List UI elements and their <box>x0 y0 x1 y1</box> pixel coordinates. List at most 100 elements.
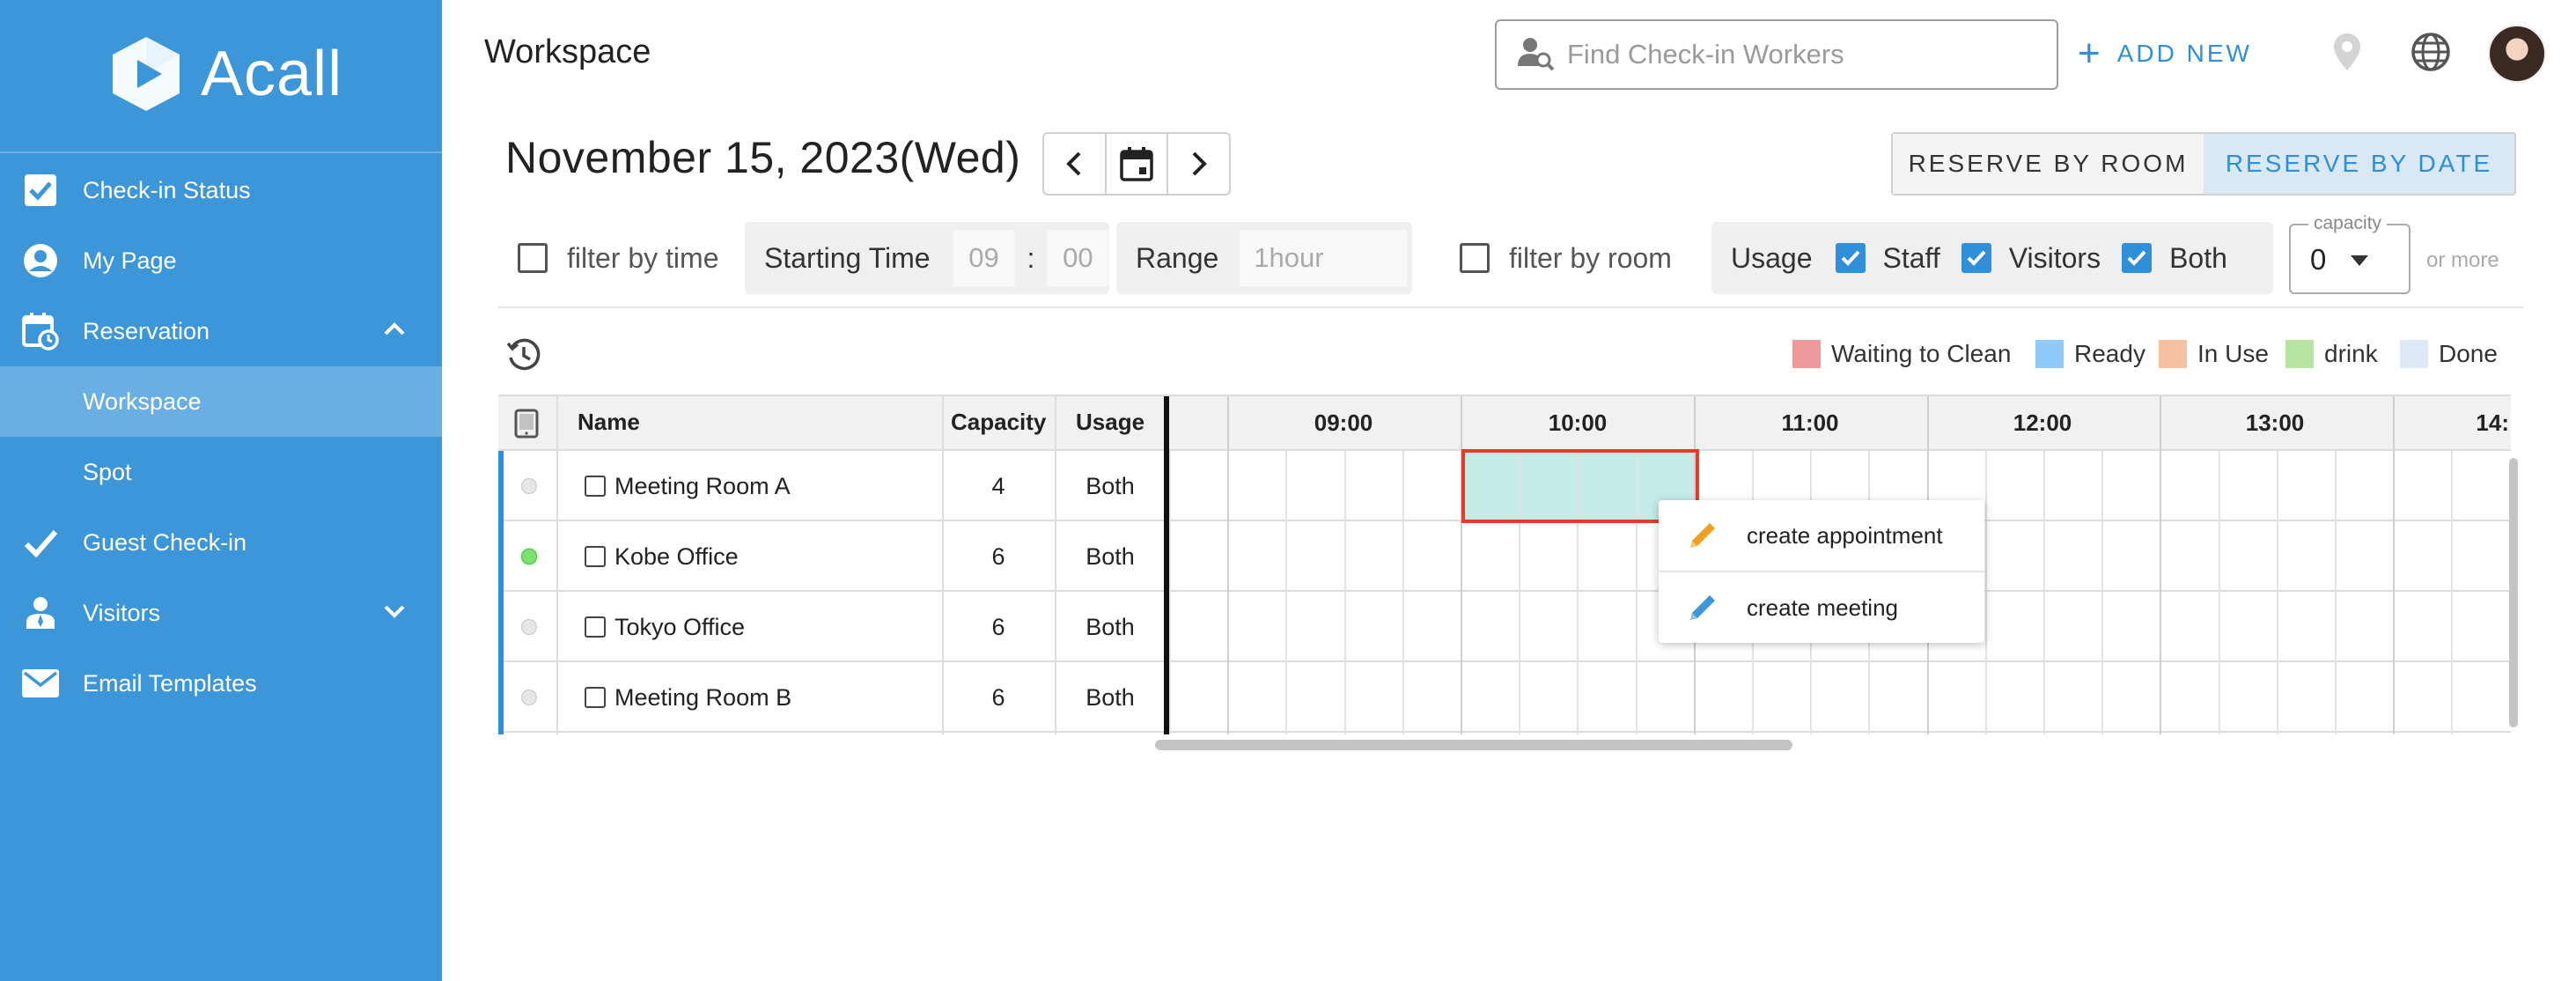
context-menu: create appointment create meeting <box>1659 500 1984 643</box>
grid-line <box>556 396 558 734</box>
create-appointment-item[interactable]: create appointment <box>1659 500 1984 571</box>
filter-by-room-toggle[interactable]: filter by room <box>1460 222 1672 294</box>
check-icon <box>1841 250 1859 266</box>
search-input[interactable] <box>1567 39 2042 70</box>
chevron-down-icon[interactable] <box>382 599 407 630</box>
usage-label: Usage <box>1731 241 1813 274</box>
sidebar-item-reservation[interactable]: Reservation <box>0 296 442 366</box>
add-new-label: ADD NEW <box>2116 40 2252 67</box>
room-name-cell[interactable]: Meeting Room A <box>585 451 937 521</box>
sidebar-item-label: Email Templates <box>83 669 257 697</box>
filter-by-time-toggle[interactable]: filter by time <box>518 222 718 294</box>
sidebar-item-spot[interactable]: Spot <box>0 437 442 507</box>
header-name[interactable]: Name <box>578 409 640 436</box>
range-box: Range 1hour <box>1116 222 1412 294</box>
create-meeting-item[interactable]: create meeting <box>1659 572 1984 643</box>
timeslot-grid-line <box>1285 451 1287 734</box>
device-icon <box>514 409 539 443</box>
legend-drink: drink <box>2285 340 2378 368</box>
range-input[interactable]: 1hour <box>1240 230 1408 286</box>
chevron-up-icon[interactable] <box>382 317 407 348</box>
reserve-by-date-button[interactable]: RESERVE BY DATE <box>2204 134 2514 194</box>
legend-swatch <box>2285 340 2314 368</box>
status-dot <box>521 451 539 521</box>
legend-label: Done <box>2439 340 2498 367</box>
prev-day-button[interactable] <box>1044 134 1105 194</box>
timeslot-grid-line <box>2335 451 2337 734</box>
status-dot-off <box>521 619 537 635</box>
capacity-cell: 6 <box>991 613 1005 640</box>
search-box[interactable] <box>1495 19 2058 90</box>
capacity-select[interactable]: capacity 0 <box>2289 213 2410 294</box>
starting-hour-input[interactable]: 09 <box>953 230 1015 286</box>
starting-time-label: Starting Time <box>764 241 931 274</box>
sidebar-item-guest-check-in[interactable]: Guest Check-in <box>0 507 442 578</box>
time-header: 12:00 <box>2013 409 2072 436</box>
room-name-cell[interactable]: Kobe Office <box>585 521 937 592</box>
usage-cell: Both <box>1086 542 1135 570</box>
avatar[interactable] <box>2488 25 2546 83</box>
caret-down-icon <box>2351 255 2368 266</box>
refresh-history-icon[interactable] <box>505 336 542 378</box>
time-header: 10:00 <box>1548 409 1608 436</box>
starting-minute-input[interactable]: 00 <box>1047 230 1109 286</box>
row-checkbox[interactable] <box>585 687 606 708</box>
sidebar-item-email-templates[interactable]: Email Templates <box>0 648 442 719</box>
staff-checkbox[interactable] <box>1835 243 1866 273</box>
row-checkbox[interactable] <box>585 616 606 638</box>
room-name-cell[interactable]: Tokyo Office <box>585 592 937 662</box>
room-name: Kobe Office <box>615 542 739 570</box>
add-new-button[interactable]: + ADD NEW <box>2078 32 2252 76</box>
timeslot-grid-line <box>2393 396 2395 734</box>
next-day-button[interactable] <box>1167 134 1229 194</box>
staff-label: Staff <box>1882 241 1940 274</box>
sidebar-item-visitors[interactable]: Visitors <box>0 578 442 648</box>
search-user-icon <box>1518 34 1555 76</box>
globe-icon[interactable] <box>2410 32 2451 77</box>
sidebar-item-my-page[interactable]: My Page <box>0 225 442 296</box>
header-capacity[interactable]: Capacity <box>951 409 1046 436</box>
vertical-scrollbar[interactable] <box>2509 458 2518 727</box>
location-pin-icon[interactable] <box>2329 32 2365 78</box>
row-checkbox[interactable] <box>585 546 606 567</box>
time-header: 09:00 <box>1314 409 1373 436</box>
sidebar-item-label: Visitors <box>83 599 161 626</box>
sidebar-item-workspace[interactable]: Workspace <box>0 366 442 437</box>
check-icon <box>2127 250 2146 266</box>
chevron-right-icon <box>1192 151 1207 176</box>
row-checkbox[interactable] <box>585 476 606 497</box>
create-appointment-label: create appointment <box>1747 521 1943 549</box>
usage-box: Usage Staff Visitors Both <box>1711 222 2273 294</box>
status-dot-off <box>521 690 537 705</box>
sidebar-item-check-in-status[interactable]: Check-in Status <box>0 155 442 225</box>
filter-by-time-checkbox[interactable] <box>518 243 548 273</box>
header-usage[interactable]: Usage <box>1076 409 1144 436</box>
calendar-button[interactable] <box>1104 134 1167 194</box>
visitors-checkbox[interactable] <box>1961 243 1991 273</box>
status-dot-off <box>521 478 537 494</box>
both-checkbox[interactable] <box>2122 243 2153 273</box>
capacity-cell: 6 <box>991 683 1005 711</box>
chevron-left-icon <box>1066 151 1081 176</box>
create-meeting-label: create meeting <box>1747 594 1898 621</box>
room-name-cell[interactable]: Meeting Room B <box>585 662 937 733</box>
reserve-by-room-button[interactable]: RESERVE BY ROOM <box>1893 134 2204 194</box>
usage-group: Usage Staff Visitors Both <box>1711 222 2273 294</box>
range-label: Range <box>1136 241 1219 274</box>
sidebar-item-label: Guest Check-in <box>83 528 247 556</box>
horizontal-scrollbar[interactable] <box>1155 740 1792 750</box>
page-title: Workspace <box>484 33 651 70</box>
current-date: November 15, 2023(Wed) <box>505 133 1021 182</box>
or-more-label: or more <box>2426 248 2499 272</box>
capacity-cell: 6 <box>991 542 1005 570</box>
sidebar-item-label: Spot <box>83 458 132 485</box>
plus-icon: + <box>2078 32 2103 75</box>
legend-swatch <box>1792 340 1821 368</box>
filter-by-room-checkbox[interactable] <box>1460 243 1490 273</box>
legend-label: Ready <box>2074 340 2145 367</box>
calendar-clock-icon <box>21 312 60 350</box>
both-label: Both <box>2169 241 2227 274</box>
acall-logo[interactable]: Acall <box>106 33 342 114</box>
room-name: Meeting Room A <box>615 472 791 499</box>
time-header: 11:00 <box>1781 409 1839 436</box>
